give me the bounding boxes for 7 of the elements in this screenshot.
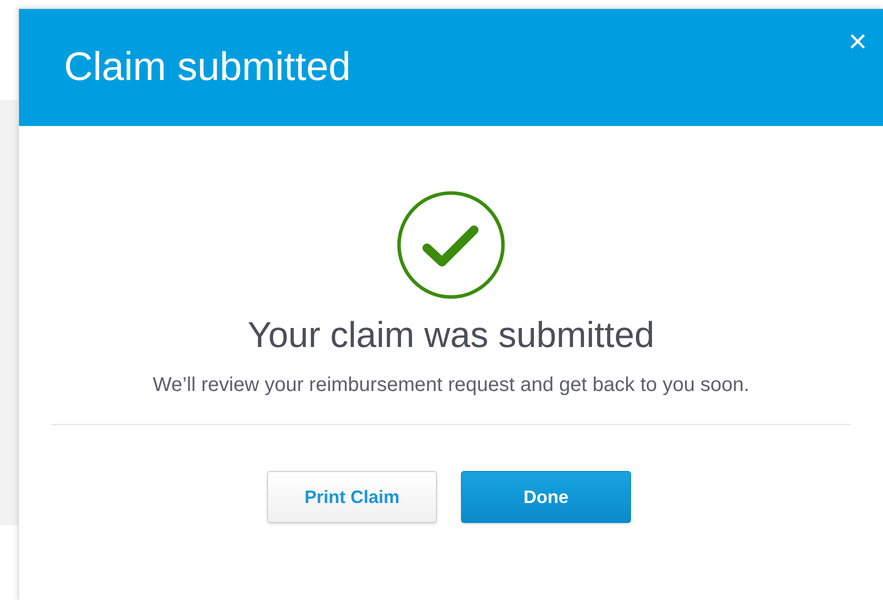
- print-button[interactable]: Print Claim: [267, 471, 437, 523]
- confirmation-heading: Your claim was submitted: [248, 313, 654, 357]
- close-button[interactable]: ×: [848, 25, 867, 57]
- done-button[interactable]: Done: [461, 471, 631, 523]
- confirmation-message: We’ll review your reimbursement request and get back to you soon.: [152, 373, 750, 398]
- success-check-icon: [396, 190, 506, 300]
- dialog-title: Claim submitted: [64, 44, 351, 91]
